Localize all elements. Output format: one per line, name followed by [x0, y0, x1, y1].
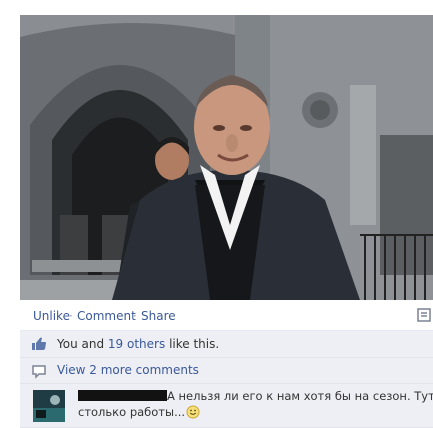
unlike-link[interactable]: Unlike	[33, 309, 70, 323]
smiley-icon	[186, 405, 200, 419]
thumbs-up-icon	[31, 336, 47, 352]
comment-icon	[31, 363, 47, 379]
photo-illustration	[20, 15, 433, 300]
comment-text-line2-text: столько работы...	[78, 405, 186, 419]
share-link[interactable]: Share	[141, 309, 176, 323]
likes-you: You	[57, 337, 78, 351]
view-more-comments-row[interactable]: View 2 more comments	[20, 358, 433, 384]
redacted-author-name	[78, 390, 167, 401]
post-photo[interactable]	[20, 15, 433, 300]
comment-link[interactable]: Comment	[77, 309, 136, 323]
comment-item: А нельзя ли его к нам хотя бы на сезон. …	[20, 384, 433, 428]
likes-others-link[interactable]: 19 others	[108, 337, 165, 351]
avatar[interactable]	[33, 390, 65, 422]
comment-text-line1: А нельзя ли его к нам хотя бы на сезон. …	[167, 389, 433, 403]
likes-like-this: like this.	[169, 337, 220, 351]
likes-and: and	[81, 337, 105, 351]
comment-text-line2: столько работы...	[78, 405, 200, 419]
left-rail	[0, 0, 20, 427]
view-more-comments-link[interactable]: View 2 more comments	[57, 363, 199, 377]
separator: ·	[69, 309, 73, 323]
likes-summary: You and 19 others like this.	[20, 331, 433, 358]
feed-story: Unlike · Comment · Share You and 19 othe…	[20, 0, 433, 428]
separator: ·	[133, 309, 137, 323]
likes-text: You and 19 others like this.	[57, 337, 219, 351]
share-icon[interactable]	[417, 308, 431, 322]
post-actions: Unlike · Comment · Share	[20, 300, 433, 331]
